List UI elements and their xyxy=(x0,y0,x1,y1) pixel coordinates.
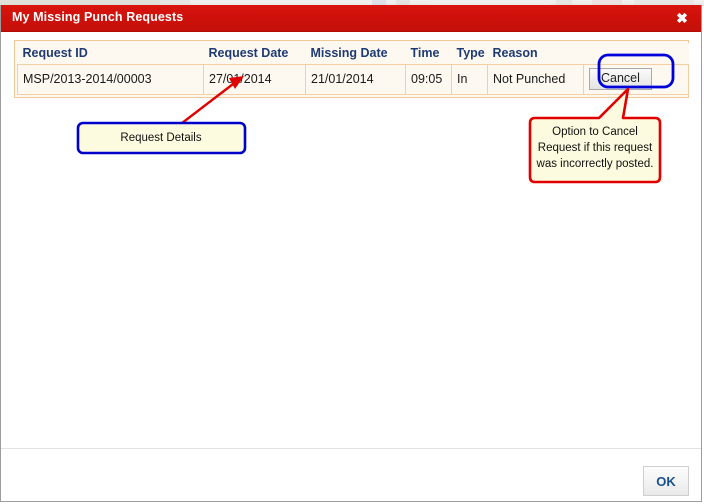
request-details-callout: Request Details xyxy=(76,121,247,155)
cell-request-id: MSP/2013-2014/00003 xyxy=(17,64,204,95)
cell-type: In xyxy=(451,64,488,95)
cancel-callout-line1: Option to Cancel xyxy=(552,126,638,138)
cell-request-date: 27/01/2014 xyxy=(203,64,306,95)
request-details-label: Request Details xyxy=(120,132,201,144)
column-header-reason: Reason xyxy=(487,43,584,65)
table-header-row: Request ID Request Date Missing Date Tim… xyxy=(17,43,689,65)
close-icon[interactable]: ✖ xyxy=(673,9,691,27)
dialog-titlebar: My Missing Punch Requests ✖ xyxy=(1,5,701,32)
requests-grid-container: Request ID Request Date Missing Date Tim… xyxy=(14,40,689,98)
missing-punch-requests-dialog: My Missing Punch Requests ✖ Request ID R… xyxy=(0,5,702,502)
column-header-type: Type xyxy=(451,43,488,65)
table-row: MSP/2013-2014/00003 27/01/2014 21/01/201… xyxy=(17,64,689,95)
footer-divider xyxy=(1,448,701,449)
cancel-option-callout: Option to Cancel Request if this request… xyxy=(528,87,662,184)
cancel-request-button[interactable]: Cancel xyxy=(589,68,652,90)
cancel-callout-line3: was incorrectly posted. xyxy=(536,158,654,170)
column-header-request-id: Request ID xyxy=(17,43,204,65)
requests-table: Request ID Request Date Missing Date Tim… xyxy=(17,43,689,95)
cell-reason: Not Punched xyxy=(487,64,584,95)
ok-button[interactable]: OK xyxy=(643,466,689,496)
column-header-action xyxy=(583,43,689,65)
column-header-request-date: Request Date xyxy=(203,43,306,65)
cancel-callout-line2: Request if this request xyxy=(538,142,653,154)
column-header-missing-date: Missing Date xyxy=(305,43,406,65)
cell-time: 09:05 xyxy=(405,64,452,95)
cell-missing-date: 21/01/2014 xyxy=(305,64,406,95)
cell-action: Cancel xyxy=(583,64,689,95)
column-header-time: Time xyxy=(405,43,452,65)
dialog-title: My Missing Punch Requests xyxy=(12,10,184,24)
